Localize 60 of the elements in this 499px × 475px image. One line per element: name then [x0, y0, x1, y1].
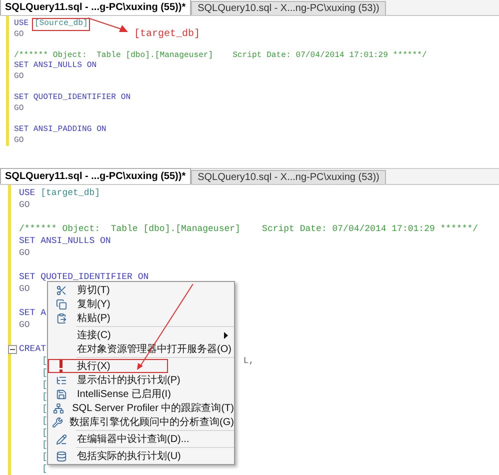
code-token: [	[42, 379, 48, 391]
code-token: GO	[19, 283, 30, 295]
code-token: [	[42, 355, 48, 367]
code-token: GO	[19, 319, 30, 331]
code-token: SET A	[19, 307, 46, 319]
copy-icon	[56, 298, 66, 310]
menu-item[interactable]: 剪切(T)	[48, 283, 234, 297]
code-token: [	[42, 403, 48, 415]
code-token: GO	[19, 247, 30, 259]
code-token: L,	[243, 355, 254, 367]
code-token: USE	[19, 187, 36, 199]
plan-icon	[56, 374, 66, 386]
code-token: GO	[19, 199, 30, 211]
profiler-icon	[53, 402, 64, 414]
code-token: /****** Object: Table [dbo].[Manageuser] Script Date: 07/04/2014 17:01:29 ******/	[19, 223, 478, 235]
editor-tab[interactable]: SQLQuery10.sql - X...ng-PC\xuxing (53))	[190, 1, 386, 15]
exclamation-icon	[59, 360, 63, 372]
annotation-label: [target_db]	[134, 28, 200, 42]
scissors-icon	[56, 284, 66, 296]
collapse-icon[interactable]	[8, 344, 17, 354]
code-token: [	[42, 451, 48, 463]
menu-item[interactable]: SQL Server Profiler 中的跟踪查询(T)	[48, 401, 234, 415]
annotation-arrow	[88, 16, 128, 34]
code-token: GO	[14, 30, 24, 40]
paste-icon	[56, 312, 66, 324]
code-token: [	[42, 415, 48, 427]
code-token: SET ANSI_NULLS ON	[19, 235, 111, 247]
code-token: CREAT	[19, 343, 46, 355]
code-token: [	[42, 367, 48, 379]
editor-tab[interactable]: SQLQuery10.sql - X...ng-PC\xuxing (53))	[190, 170, 386, 184]
code-token: GO	[14, 136, 24, 146]
wrench-icon	[52, 416, 63, 428]
submenu-arrow-icon	[224, 332, 228, 338]
code-token: [target_db]	[40, 187, 100, 199]
code-token: [	[42, 463, 48, 475]
code-token: [	[42, 427, 48, 439]
menu-item[interactable]: 显示估计的执行计划(P)	[48, 373, 234, 387]
code-token: [	[42, 391, 48, 403]
code-token: USE	[14, 19, 29, 30]
code-token: SET QUOTED_IDENTIFIER ON	[19, 271, 149, 283]
menu-item[interactable]: 复制(Y)	[48, 297, 234, 311]
menu-item[interactable]: 连接(C)	[48, 328, 234, 342]
code-token: GO	[14, 72, 24, 83]
menu-item[interactable]: IntelliSense 已启用(I)	[48, 387, 234, 401]
editor-tab[interactable]: SQLQuery11.sql - ...g-PC\xuxing (55))*	[0, 0, 191, 15]
code-token: [Source_db]	[33, 19, 89, 30]
menu-item[interactable]: 在编辑器中设计查询(D)...	[48, 432, 234, 446]
code-token: SET ANSI_NULLS ON	[14, 61, 97, 72]
code-token: GO	[14, 104, 24, 114]
code-token: SET ANSI_PADDING ON	[14, 124, 106, 136]
code-token: SET QUOTED_IDENTIFIER ON	[14, 93, 131, 104]
menu-item[interactable]: 数据库引擎优化顾问中的分析查询(G)	[48, 415, 234, 429]
editor-tab[interactable]: SQLQuery11.sql - ...g-PC\xuxing (55))*	[0, 168, 191, 184]
code-token: [	[42, 439, 48, 451]
code-token: /****** Object: Table [dbo].[Manageuser] Script Date: 07/04/2014 17:01:29 ******/	[14, 50, 427, 62]
pencil-icon	[56, 434, 66, 444]
menu-item[interactable]: 执行(X)	[48, 359, 168, 373]
menu-item[interactable]: 粘贴(P)	[48, 311, 234, 325]
menu-item[interactable]: 包括实际的执行计划(U)	[48, 449, 234, 463]
database-icon	[56, 450, 66, 462]
